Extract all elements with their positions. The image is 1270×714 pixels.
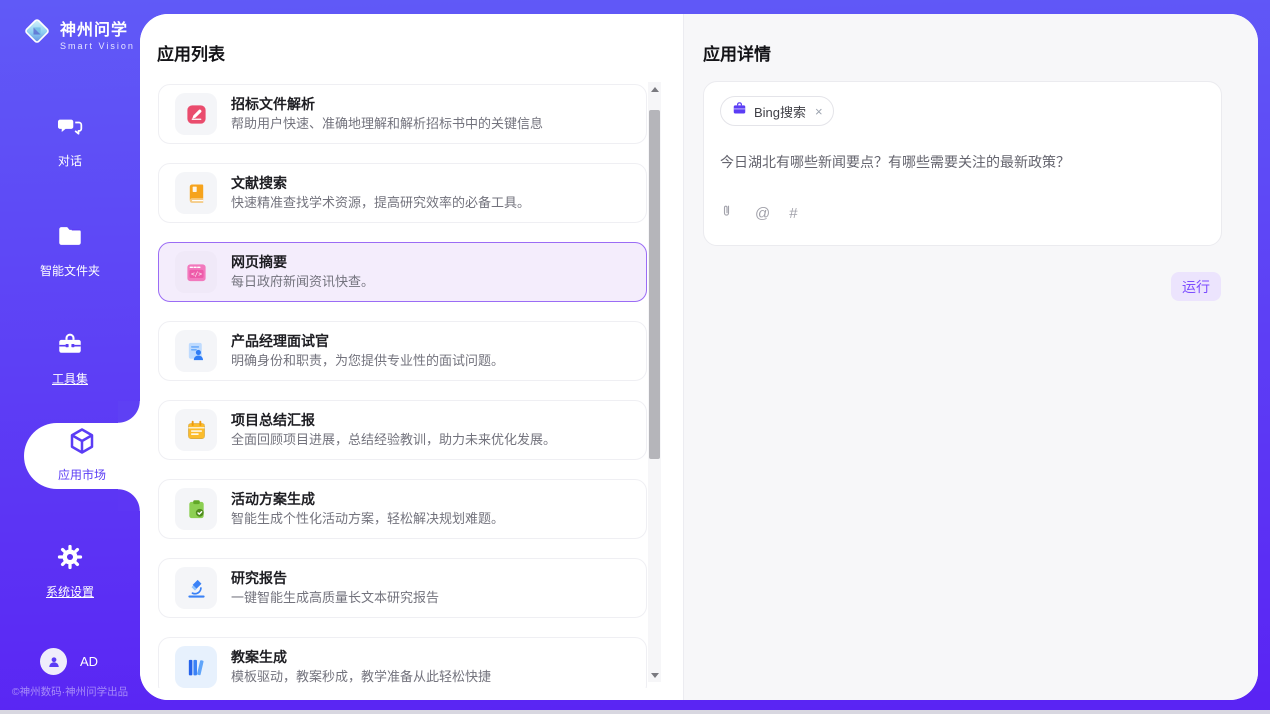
gear-icon <box>56 543 84 576</box>
briefcase-icon <box>732 101 747 121</box>
sidebar: 神州问学 Smart Vision 对话 智能文件夹 <box>0 0 140 710</box>
paperclip-icon[interactable] <box>721 203 736 223</box>
run-button[interactable]: 运行 <box>1171 272 1221 301</box>
app-list: 招标文件解析 帮助用户快速、准确地理解和解析招标书中的关键信息 文献搜索 快速精… <box>158 84 648 688</box>
triangle-up-icon <box>651 87 659 92</box>
app-desc: 一键智能生成高质量长文本研究报告 <box>231 589 439 608</box>
sidebar-item-label: 系统设置 <box>46 583 94 600</box>
app-desc: 模板驱动，教案秒成，教学准备从此轻松快捷 <box>231 668 491 687</box>
chat-icon <box>56 112 84 145</box>
app-list-panel: 应用列表 招标文件解析 帮助用户快速、准确地理解和解析招标书中的关键信息 <box>140 14 684 700</box>
brand-name: 神州问学 <box>60 16 135 40</box>
app-desc: 每日政府新闻资讯快查。 <box>231 273 374 292</box>
app-card-project-summary[interactable]: 项目总结汇报 全面回顾项目进展，总结经验教训，助力未来优化发展。 <box>158 400 647 460</box>
toolbox-icon <box>56 330 84 363</box>
app-name: 活动方案生成 <box>231 489 504 509</box>
interviewer-icon <box>175 330 217 372</box>
app-list-scrollbar[interactable] <box>648 82 661 682</box>
sidebar-item-toolset[interactable]: 工具集 <box>0 330 140 387</box>
sidebar-item-smart-folder[interactable]: 智能文件夹 <box>0 222 140 279</box>
calendar-icon <box>175 409 217 451</box>
app-name: 项目总结汇报 <box>231 410 556 430</box>
sidebar-item-label: 智能文件夹 <box>40 262 100 279</box>
app-desc: 全面回顾项目进展，总结经验教训，助力未来优化发展。 <box>231 431 556 450</box>
app-detail-panel: 应用详情 Bing搜索 × 今日湖北有哪些新闻要点？有哪些需要关注的最新政策？ <box>684 14 1258 700</box>
bottom-edge-strip <box>0 710 1270 714</box>
sidebar-item-label: 工具集 <box>52 370 88 387</box>
cube-icon <box>67 426 97 461</box>
scroll-down-button[interactable] <box>648 668 661 682</box>
diamond-logo-icon <box>22 16 52 51</box>
books-icon <box>175 646 217 688</box>
user-account[interactable]: AD <box>40 648 98 675</box>
app-detail-title: 应用详情 <box>703 40 771 65</box>
brand-subtitle: Smart Vision <box>60 41 135 51</box>
sidebar-item-app-market[interactable]: 应用市场 <box>24 426 140 483</box>
app-card-bid-parsing[interactable]: 招标文件解析 帮助用户快速、准确地理解和解析招标书中的关键信息 <box>158 84 647 144</box>
app-card-research-report[interactable]: 研究报告 一键智能生成高质量长文本研究报告 <box>158 558 647 618</box>
main-content: 应用列表 招标文件解析 帮助用户快速、准确地理解和解析招标书中的关键信息 <box>140 14 1258 700</box>
tool-tag-bing-search[interactable]: Bing搜索 × <box>720 96 834 126</box>
sidebar-item-settings[interactable]: 系统设置 <box>0 543 140 600</box>
app-card-pm-interviewer[interactable]: 产品经理面试官 明确身份和职责，为您提供专业性的面试问题。 <box>158 321 647 381</box>
tool-tag-label: Bing搜索 <box>754 102 806 121</box>
scroll-up-button[interactable] <box>648 82 661 96</box>
app-card-activity-plan[interactable]: 活动方案生成 智能生成个性化活动方案，轻松解决规划难题。 <box>158 479 647 539</box>
app-name: 招标文件解析 <box>231 94 543 114</box>
sidebar-item-chat[interactable]: 对话 <box>0 112 140 169</box>
app-name: 研究报告 <box>231 568 439 588</box>
query-input[interactable]: 今日湖北有哪些新闻要点？有哪些需要关注的最新政策？ <box>720 152 1205 173</box>
web-code-icon: </> <box>175 251 217 293</box>
microscope-icon <box>175 567 217 609</box>
sidebar-item-label: 应用市场 <box>58 466 106 483</box>
prompt-card: Bing搜索 × 今日湖北有哪些新闻要点？有哪些需要关注的最新政策？ @ # <box>703 81 1222 246</box>
brand-logo: 神州问学 Smart Vision <box>22 16 135 51</box>
app-card-web-summary[interactable]: </> 网页摘要 每日政府新闻资讯快查。 <box>158 242 647 302</box>
copyright-text: ©神州数码·神州问学出品 <box>0 684 140 699</box>
app-desc: 智能生成个性化活动方案，轻松解决规划难题。 <box>231 510 504 529</box>
hashtag-icon[interactable]: # <box>789 206 797 221</box>
app-card-lesson-plan[interactable]: 教案生成 模板驱动，教案秒成，教学准备从此轻松快捷 <box>158 637 647 688</box>
triangle-down-icon <box>651 673 659 678</box>
app-name: 文献搜索 <box>231 173 530 193</box>
app-desc: 帮助用户快速、准确地理解和解析招标书中的关键信息 <box>231 115 543 134</box>
avatar <box>40 648 67 675</box>
mention-icon[interactable]: @ <box>755 206 770 221</box>
clipboard-check-icon <box>175 488 217 530</box>
app-card-literature-search[interactable]: 文献搜索 快速精准查找学术资源，提高研究效率的必备工具。 <box>158 163 647 223</box>
scrollbar-thumb[interactable] <box>649 110 660 459</box>
user-name: AD <box>80 654 98 669</box>
doc-edit-icon <box>175 93 217 135</box>
app-name: 网页摘要 <box>231 252 374 272</box>
active-tab-curve-top <box>118 401 140 423</box>
svg-text:</>: </> <box>190 270 201 277</box>
book-icon <box>175 172 217 214</box>
active-tab-curve-bottom <box>118 489 140 511</box>
app-name: 教案生成 <box>231 647 491 667</box>
app-desc: 快速精准查找学术资源，提高研究效率的必备工具。 <box>231 194 530 213</box>
app-list-title: 应用列表 <box>157 40 225 65</box>
folder-icon <box>56 222 84 255</box>
attachment-toolbar: @ # <box>721 203 798 223</box>
app-desc: 明确身份和职责，为您提供专业性的面试问题。 <box>231 352 504 371</box>
app-name: 产品经理面试官 <box>231 331 504 351</box>
sidebar-item-label: 对话 <box>58 152 82 169</box>
close-icon[interactable]: × <box>813 104 823 119</box>
